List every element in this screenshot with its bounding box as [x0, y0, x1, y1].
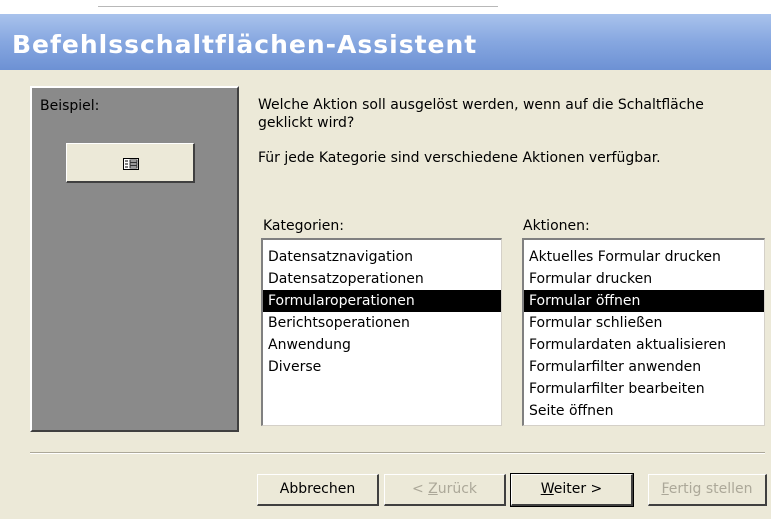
category-item[interactable]: Datensatzoperationen	[263, 268, 501, 290]
categories-label: Kategorien:	[263, 218, 344, 234]
button-separator	[30, 452, 765, 454]
background-window-strip	[0, 0, 771, 14]
action-item[interactable]: Formular schließen	[524, 312, 764, 334]
preview-panel: Beispiel:	[30, 86, 239, 432]
actions-listbox[interactable]: Aktuelles Formular drucken Formular druc…	[522, 238, 765, 426]
preview-button	[66, 143, 195, 183]
action-item[interactable]: Formulardaten aktualisieren	[524, 334, 764, 356]
next-button-mnemonic: W	[540, 481, 554, 497]
action-item[interactable]: Formularfilter anwenden	[524, 356, 764, 378]
category-item[interactable]: Berichtsoperationen	[263, 312, 501, 334]
category-item-selected[interactable]: Formularoperationen	[263, 290, 501, 312]
cancel-button[interactable]: Abbrechen	[257, 474, 379, 506]
back-button[interactable]: < Zurück	[384, 474, 506, 506]
categories-listbox[interactable]: Datensatznavigation Datensatzoperationen…	[261, 238, 502, 426]
category-item[interactable]: Datensatznavigation	[263, 246, 501, 268]
wizard-header: Befehlsschaltflächen-Assistent	[0, 14, 771, 70]
back-button-label: urück	[437, 481, 478, 497]
category-item[interactable]: Diverse	[263, 356, 501, 378]
back-button-prefix: <	[411, 481, 429, 497]
wizard-title: Befehlsschaltflächen-Assistent	[12, 30, 478, 59]
finish-button[interactable]: Fertig stellen	[648, 474, 767, 506]
action-info: Für jede Kategorie sind verschiedene Akt…	[258, 150, 661, 166]
form-icon	[123, 158, 139, 170]
back-button-mnemonic: Z	[428, 481, 438, 497]
category-item[interactable]: Anwendung	[263, 334, 501, 356]
finish-button-label: ertig stellen	[668, 481, 753, 497]
preview-label: Beispiel:	[40, 98, 100, 114]
action-question: Welche Aktion soll ausgelöst werden, wen…	[258, 97, 704, 131]
action-item[interactable]: Aktuelles Formular drucken	[524, 246, 764, 268]
action-item[interactable]: Seite öffnen	[524, 400, 764, 422]
action-item-selected[interactable]: Formular öffnen	[524, 290, 764, 312]
background-window-edge	[98, 0, 498, 7]
action-item[interactable]: Formular drucken	[524, 268, 764, 290]
next-button-label: eiter >	[553, 481, 603, 497]
actions-label: Aktionen:	[523, 218, 590, 234]
next-button[interactable]: Weiter >	[510, 473, 634, 507]
action-item[interactable]: Formularfilter bearbeiten	[524, 378, 764, 400]
finish-button-mnemonic: F	[661, 481, 669, 497]
